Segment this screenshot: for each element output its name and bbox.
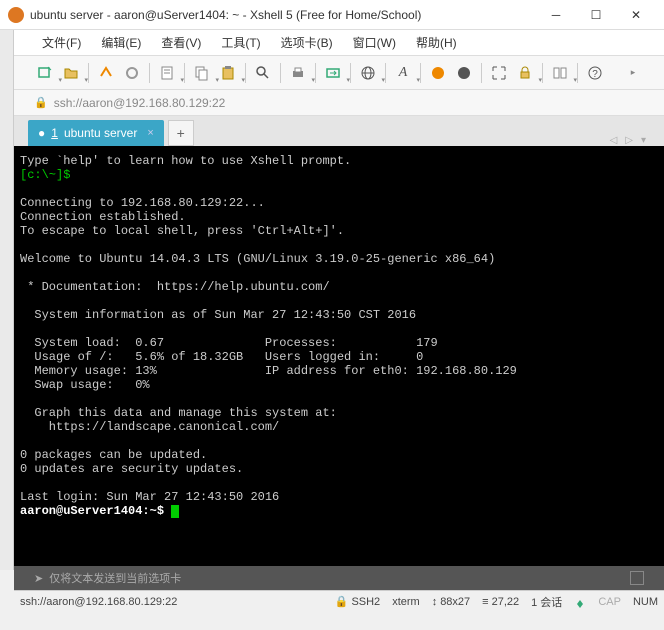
new-session-button[interactable] (34, 62, 56, 84)
minimize-button[interactable]: ─ (536, 1, 576, 29)
tab-number: 1 (51, 126, 58, 140)
globe-button[interactable] (357, 62, 379, 84)
compose-arrow-icon: ➤ (34, 572, 43, 585)
status-num: NUM (633, 596, 658, 608)
separator (88, 63, 89, 83)
status-term: xterm (392, 596, 420, 608)
lock-icon: 🔒 (34, 96, 48, 109)
status-connection: ssh://aaron@192.168.80.129:22 (20, 596, 177, 608)
terminal-line: Usage of /: 5.6% of 18.32GB Users logged… (20, 350, 423, 364)
terminal-line: Swap usage: 0% (20, 378, 150, 392)
disconnect-button[interactable] (121, 62, 143, 84)
tab-prev-button[interactable]: ◁ (606, 135, 622, 146)
reconnect-button[interactable] (95, 62, 117, 84)
separator (350, 63, 351, 83)
find-button[interactable] (252, 62, 274, 84)
terminal-line: Connection established. (20, 210, 186, 224)
terminal-cursor (171, 505, 179, 518)
tab-next-button[interactable]: ▷ (621, 135, 637, 146)
terminal-output[interactable]: Type `help' to learn how to use Xshell p… (14, 146, 664, 566)
compose-hint: 仅将文本发送到当前选项卡 (49, 570, 181, 586)
terminal-line: Last login: Sun Mar 27 12:43:50 2016 (20, 490, 279, 504)
svg-text:?: ? (592, 69, 598, 80)
separator (385, 63, 386, 83)
properties-button[interactable] (156, 62, 178, 84)
terminal-line: System load: 0.67 Processes: 179 (20, 336, 438, 350)
tab-label: ubuntu server (64, 126, 137, 140)
terminal-line: Memory usage: 13% IP address for eth0: 1… (20, 364, 517, 378)
terminal-prompt: [c:\~]$ (20, 168, 70, 182)
status-cap: CAP (598, 596, 621, 608)
terminal-line: 0 packages can be updated. (20, 448, 207, 462)
address-url[interactable]: ssh://aaron@192.168.80.129:22 (54, 96, 226, 110)
menu-edit[interactable]: 编辑(E) (93, 31, 149, 54)
terminal-line: Welcome to Ubuntu 14.04.3 LTS (GNU/Linux… (20, 252, 495, 266)
tab-menu-button[interactable]: ▾ (637, 135, 650, 146)
menu-bar: 文件(F) 编辑(E) 查看(V) 工具(T) 选项卡(B) 窗口(W) 帮助(… (14, 30, 664, 56)
separator (420, 63, 421, 83)
terminal-line: * Documentation: https://help.ubuntu.com… (20, 280, 330, 294)
separator (280, 63, 281, 83)
menu-window[interactable]: 窗口(W) (345, 31, 404, 54)
terminal-line: System information as of Sun Mar 27 12:4… (20, 308, 416, 322)
separator (315, 63, 316, 83)
status-size: ↕ 88x27 (432, 596, 470, 608)
menu-file[interactable]: 文件(F) (34, 31, 89, 54)
layout-button[interactable] (549, 62, 571, 84)
left-gutter (0, 30, 14, 570)
toolbar: A ? ▸ (14, 56, 664, 90)
help-button[interactable]: ? (584, 62, 606, 84)
color2-button[interactable] (453, 62, 475, 84)
tab-indicator: ● (38, 126, 45, 140)
separator (184, 63, 185, 83)
status-pos: ≡ 27,22 (482, 596, 519, 608)
status-protocol: 🔒 SSH2 (335, 595, 380, 608)
status-bar: ssh://aaron@192.168.80.129:22 🔒 SSH2 xte… (14, 590, 664, 612)
compose-bar[interactable]: ➤ 仅将文本发送到当前选项卡 (14, 566, 664, 590)
color1-button[interactable] (427, 62, 449, 84)
app-icon (8, 7, 24, 23)
status-updown-icon (574, 596, 586, 608)
close-button[interactable]: ✕ (616, 1, 656, 29)
paste-button[interactable] (217, 62, 239, 84)
terminal-prompt: aaron@uServer1404:~$ (20, 504, 171, 518)
menu-view[interactable]: 查看(V) (153, 31, 209, 54)
menu-help[interactable]: 帮助(H) (408, 31, 465, 54)
terminal-line: https://landscape.canonical.com/ (20, 420, 279, 434)
lock-button[interactable] (514, 62, 536, 84)
separator (481, 63, 482, 83)
address-bar: 🔒 ssh://aaron@192.168.80.129:22 (14, 90, 664, 116)
open-button[interactable] (60, 62, 82, 84)
window-title: ubuntu server - aaron@uServer1404: ~ - X… (30, 8, 536, 22)
tab-active[interactable]: ● 1 ubuntu server × (28, 120, 164, 146)
xftp-button[interactable] (322, 62, 344, 84)
separator (577, 63, 578, 83)
terminal-line: Connecting to 192.168.80.129:22... (20, 196, 265, 210)
separator (149, 63, 150, 83)
add-tab-button[interactable]: + (168, 120, 194, 146)
copy-button[interactable] (191, 62, 213, 84)
print-button[interactable] (287, 62, 309, 84)
tab-bar: ● 1 ubuntu server × + ◁ ▷ ▾ (14, 116, 664, 146)
separator (542, 63, 543, 83)
menu-tools[interactable]: 工具(T) (213, 31, 268, 54)
toolbar-overflow[interactable]: ▸ (622, 62, 644, 84)
separator (245, 63, 246, 83)
pin-button[interactable] (630, 571, 644, 585)
status-sessions: 1 会话 (531, 594, 562, 610)
maximize-button[interactable]: ☐ (576, 1, 616, 29)
terminal-line: Graph this data and manage this system a… (20, 406, 337, 420)
tab-close-icon[interactable]: × (147, 127, 153, 139)
fullscreen-button[interactable] (488, 62, 510, 84)
terminal-line: Type `help' to learn how to use Xshell p… (20, 154, 351, 168)
font-button[interactable]: A (392, 62, 414, 84)
terminal-line: 0 updates are security updates. (20, 462, 243, 476)
menu-tabs[interactable]: 选项卡(B) (273, 31, 341, 54)
terminal-line: To escape to local shell, press 'Ctrl+Al… (20, 224, 344, 238)
